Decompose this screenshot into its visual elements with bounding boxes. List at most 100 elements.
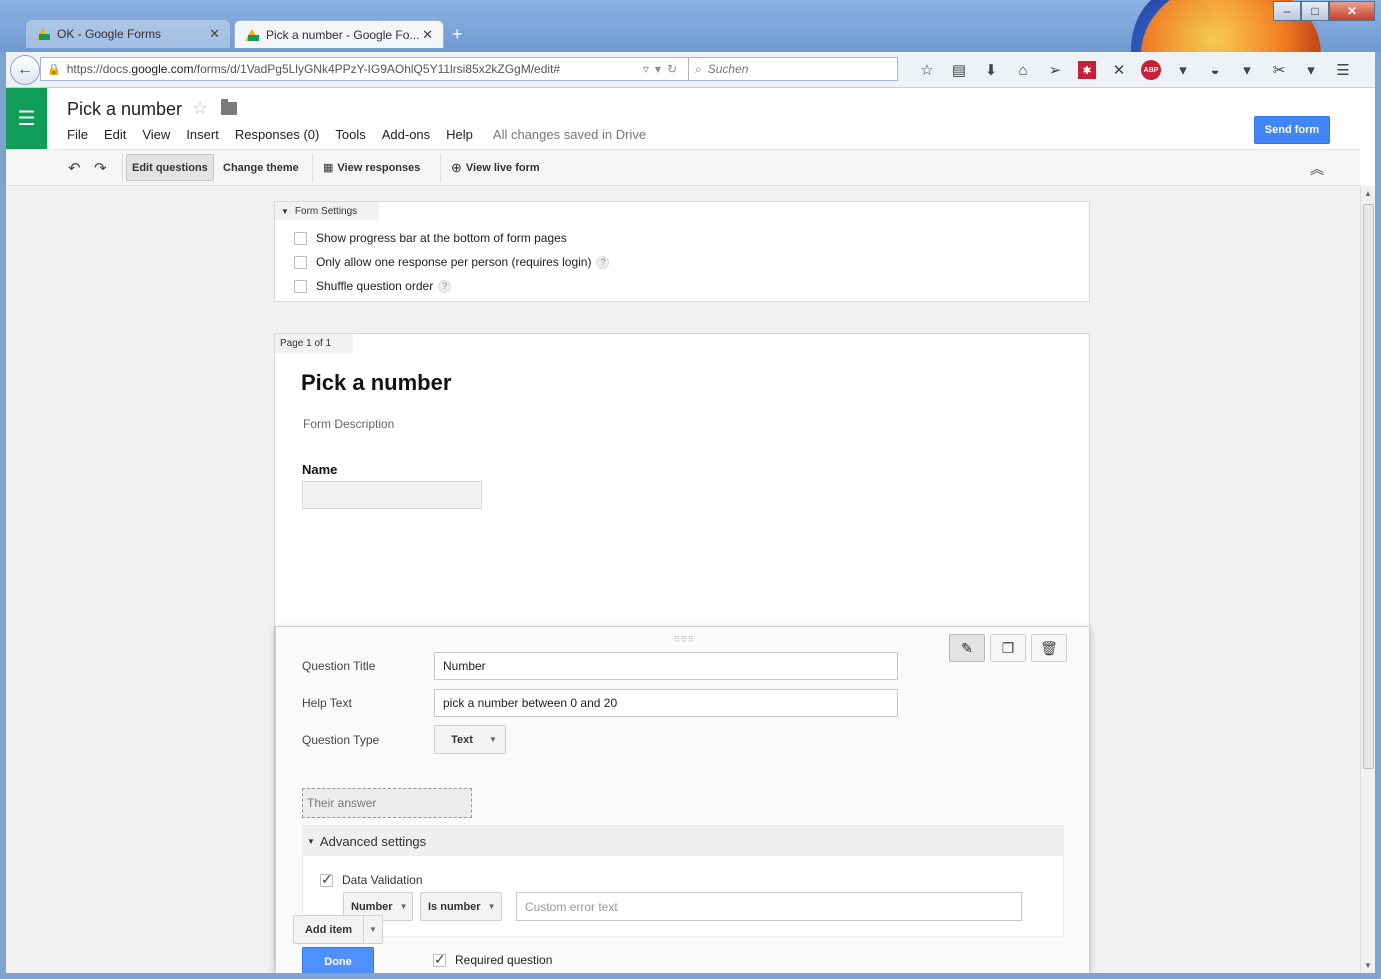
menu-addons[interactable]: Add-ons — [382, 127, 430, 142]
help-text-input[interactable]: pick a number between 0 and 20 — [434, 689, 898, 717]
menu-view[interactable]: View — [142, 127, 170, 142]
url-bar[interactable]: 🔒 https://docs.google.com/forms/d/1VadPg… — [40, 57, 690, 81]
custom-error-input[interactable]: Custom error text — [516, 892, 1022, 921]
data-validation-row[interactable]: Data Validation — [320, 871, 423, 888]
lastpass-icon[interactable]: ✱ — [1078, 61, 1096, 79]
menu-help[interactable]: Help — [446, 127, 473, 142]
home-icon[interactable]: ⌂ — [1007, 59, 1039, 81]
dropdown-icon[interactable]: ▾ — [1295, 59, 1327, 81]
menu-tools[interactable]: Tools — [335, 127, 365, 142]
one-response-checkbox[interactable] — [294, 255, 307, 269]
forms-page: ☰ Pick a number ☆ File Edit View Insert … — [6, 88, 1375, 973]
document-title[interactable]: Pick a number — [67, 99, 182, 120]
download-icon[interactable]: ⬇ — [975, 59, 1007, 81]
form-description[interactable]: Form Description — [303, 417, 394, 431]
new-tab-icon[interactable]: + — [452, 24, 463, 45]
form-settings-panel: ▼ Form Settings Show progress bar at the… — [274, 201, 1090, 302]
send-form-button[interactable]: Send form — [1254, 116, 1330, 144]
view-responses-button[interactable]: ▦ View responses — [318, 154, 425, 181]
pocket-icon[interactable]: ◒ — [1199, 59, 1231, 81]
minimize-button[interactable]: – — [1273, 1, 1301, 21]
search-placeholder: Suchen — [707, 62, 749, 76]
data-validation-checkbox[interactable] — [320, 871, 333, 888]
required-checkbox[interactable] — [433, 951, 446, 968]
required-question-row[interactable]: Required question — [433, 951, 552, 968]
shuffle-checkbox[interactable] — [294, 279, 307, 293]
collapse-triangle-icon: ▼ — [307, 836, 315, 846]
bookmark-star-icon[interactable]: ☆ — [911, 59, 943, 81]
reading-list-icon[interactable]: ▤ — [943, 59, 975, 81]
url-text: https://docs.google.com/forms/d/1VadPg5L… — [66, 62, 561, 76]
setting-progress-bar[interactable]: Show progress bar at the bottom of form … — [294, 231, 567, 245]
edit-pencil-icon[interactable]: ✎ — [949, 634, 985, 662]
help-icon[interactable]: ? — [596, 255, 610, 269]
tools-icon[interactable]: ✂ — [1263, 59, 1295, 81]
collapse-toolbar-icon[interactable]: ︽ — [1310, 159, 1324, 179]
forms-menu-icon[interactable]: ☰ — [6, 88, 47, 149]
url-actions-icons[interactable]: ▿▾↻ — [643, 62, 683, 76]
close-window-button[interactable]: ✕ — [1329, 1, 1375, 21]
setting-one-response[interactable]: Only allow one response per person (requ… — [294, 255, 610, 269]
toolbar-divider — [312, 154, 313, 182]
question-type-select[interactable]: Text ▼ — [434, 725, 506, 754]
collapse-triangle-icon: ▼ — [281, 206, 289, 216]
advanced-settings-label: Advanced settings — [319, 833, 427, 849]
hamburger-menu-icon[interactable]: ☰ — [1327, 59, 1359, 81]
scrollbar-thumb[interactable] — [1363, 204, 1374, 769]
add-item-label: Add item — [294, 916, 364, 943]
chevron-down-icon[interactable]: ▼ — [364, 925, 382, 934]
form-title[interactable]: Pick a number — [301, 370, 451, 396]
toolbar-divider — [440, 154, 441, 182]
delete-trash-icon[interactable]: 🗑 — [1031, 634, 1067, 662]
menu-file[interactable]: File — [67, 127, 88, 142]
back-button[interactable]: ← — [10, 55, 40, 85]
change-theme-button[interactable]: Change theme — [218, 154, 304, 181]
toolbar-divider — [122, 154, 123, 182]
maximize-button[interactable]: □ — [1301, 1, 1329, 21]
setting-label: Only allow one response per person (requ… — [316, 255, 592, 269]
globe-icon: ⊕ — [451, 159, 462, 175]
menu-responses[interactable]: Responses (0) — [235, 127, 320, 142]
table-icon: ▦ — [323, 162, 334, 174]
tab-label: Pick a number - Google Fo... — [266, 27, 420, 42]
folder-icon[interactable] — [221, 99, 237, 115]
menu-edit[interactable]: Edit — [104, 127, 126, 142]
validation-rule-select[interactable]: Is number ▼ — [420, 892, 502, 921]
done-button[interactable]: Done — [302, 947, 374, 973]
chevron-down-icon: ▼ — [487, 902, 496, 911]
browser-tab-pick-number[interactable]: Pick a number - Google Fo... ✕ — [234, 20, 444, 48]
question-title-input[interactable]: Number — [434, 652, 898, 680]
scroll-up-icon[interactable]: ▲ — [1364, 189, 1372, 198]
redo-icon[interactable]: ↷ — [94, 159, 107, 177]
browser-tab-ok-forms[interactable]: OK - Google Forms ✕ — [26, 20, 230, 48]
drag-handle-icon[interactable]: ⠿⠿⠿ — [674, 635, 695, 644]
scroll-down-icon[interactable]: ▼ — [1364, 961, 1372, 970]
question-title-label: Question Title — [302, 659, 376, 673]
dropdown-icon[interactable]: ▾ — [1231, 59, 1263, 81]
advanced-settings-toggle[interactable]: ▼ Advanced settings — [303, 826, 1063, 856]
question-type-label: Question Type — [302, 733, 380, 747]
setting-shuffle[interactable]: Shuffle question order ? — [294, 279, 452, 293]
question-name-label[interactable]: Name — [302, 462, 337, 477]
vertical-scrollbar[interactable]: ▲ ▼ — [1360, 186, 1375, 973]
progress-bar-checkbox[interactable] — [294, 231, 307, 245]
search-bar[interactable]: ⌕ Suchen — [688, 57, 898, 81]
menu-insert[interactable]: Insert — [186, 127, 219, 142]
star-icon[interactable]: ☆ — [192, 98, 208, 119]
validation-type-value: Number — [351, 900, 393, 913]
send-icon[interactable]: ➢ — [1039, 59, 1071, 81]
view-live-form-button[interactable]: ⊕ View live form — [446, 154, 545, 181]
duplicate-icon[interactable]: ❐ — [990, 634, 1026, 662]
close-tab-icon[interactable]: ✕ — [209, 26, 220, 42]
undo-icon[interactable]: ↶ — [68, 159, 81, 177]
help-icon[interactable]: ? — [438, 279, 452, 293]
close-tab-icon[interactable]: ✕ — [422, 27, 433, 43]
edit-questions-button[interactable]: Edit questions — [126, 154, 214, 181]
form-settings-tab[interactable]: ▼ Form Settings — [275, 202, 380, 220]
add-item-button[interactable]: Add item ▼ — [293, 915, 383, 944]
dropdown-icon[interactable]: ▾ — [1167, 59, 1199, 81]
adblock-icon[interactable]: ABP — [1141, 60, 1161, 80]
chevron-down-icon: ▼ — [399, 902, 408, 911]
answer-preview: Their answer — [302, 788, 472, 818]
addon-x-icon[interactable]: ✕ — [1103, 59, 1135, 81]
